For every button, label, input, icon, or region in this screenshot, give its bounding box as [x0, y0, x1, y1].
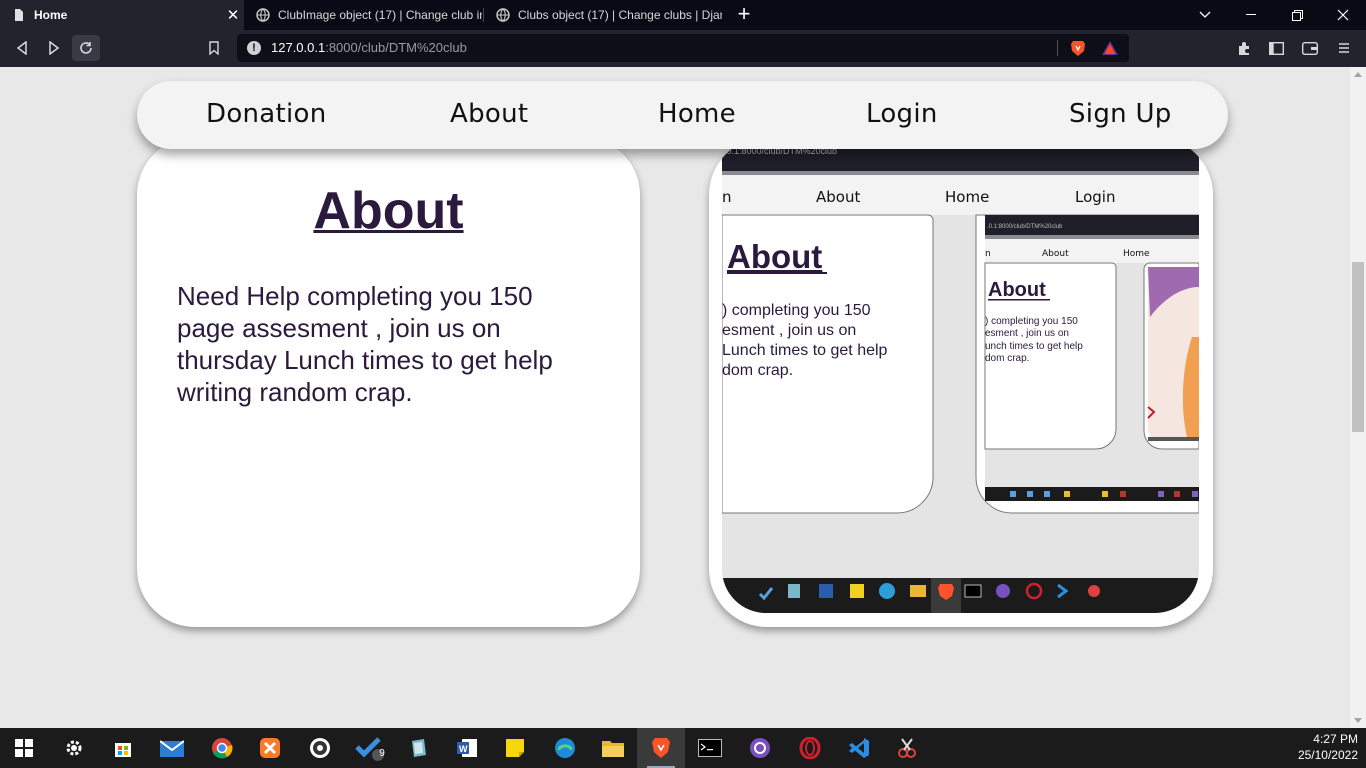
nav-donation[interactable]: Donation	[206, 99, 327, 129]
tab-clubs-admin[interactable]: Clubs object (17) | Change clubs | Djan	[484, 0, 722, 30]
url-text[interactable]: 127.0.0.1:8000/club/DTM%20club	[271, 40, 467, 55]
github-desktop-icon[interactable]	[736, 728, 784, 768]
nav-login[interactable]: Login	[866, 99, 938, 129]
brave-shields-icon[interactable]	[1069, 39, 1087, 57]
page-scrollbar[interactable]	[1350, 67, 1366, 728]
obs-icon[interactable]	[296, 728, 344, 768]
club-screenshot-image: .0.1:8000/club/DTM%20club n About Home L…	[722, 137, 1199, 613]
nested-about-line: esment , join us on	[722, 322, 856, 339]
tab-title: Clubs object (17) | Change clubs | Djan	[518, 8, 722, 22]
about-description: Need Help completing you 150 page assesm…	[177, 281, 553, 407]
globe-icon	[496, 8, 510, 22]
tab-home[interactable]: Home ✕	[0, 0, 244, 30]
nested-about-line: esment , join us on	[985, 328, 1069, 339]
nested-about-line: ) completing you 150	[722, 302, 871, 319]
todo-badge: 9	[379, 748, 385, 759]
tab-title: Home	[34, 8, 68, 22]
file-explorer-icon[interactable]	[589, 728, 637, 768]
scroll-thumb[interactable]	[1352, 262, 1364, 432]
nested-about-heading: About	[988, 279, 1046, 301]
nested-nav-item: Home	[1123, 249, 1150, 259]
nested-about-heading: About	[727, 238, 822, 275]
sticky-notes-icon[interactable]	[491, 728, 539, 768]
tab-title: ClubImage object (17) | Change club im	[278, 8, 482, 22]
about-heading: About	[313, 182, 464, 240]
start-button[interactable]	[0, 728, 48, 768]
nested-nav-item: n	[722, 188, 732, 206]
browser-toolbar: ! 127.0.0.1:8000/club/DTM%20club	[0, 30, 1366, 67]
page-icon	[12, 8, 26, 22]
word-icon[interactable]: W	[443, 728, 491, 768]
clock-date: 25/10/2022	[1297, 748, 1358, 762]
svg-text:W: W	[459, 744, 468, 754]
system-clock[interactable]: 4:27 PM 25/10/2022	[1298, 731, 1358, 763]
menu-icon[interactable]	[1330, 35, 1358, 61]
windows-taskbar: 9 W 4:27 PM 25/10/2022	[0, 728, 1366, 768]
tab-clubimage-admin[interactable]: ClubImage object (17) | Change club im	[244, 0, 482, 30]
terminal-icon[interactable]	[686, 728, 734, 768]
forward-icon[interactable]	[40, 35, 68, 61]
url-divider	[1057, 40, 1058, 56]
settings-gear-icon[interactable]	[50, 728, 98, 768]
bookmark-icon[interactable]	[200, 35, 228, 61]
reload-icon[interactable]	[72, 35, 100, 61]
brave-browser-icon[interactable]	[637, 728, 685, 768]
tab-search-chevron-icon[interactable]	[1182, 0, 1228, 30]
nested-about-line: unch times to get help	[985, 341, 1083, 352]
close-window-button[interactable]	[1320, 0, 1366, 30]
opera-icon[interactable]	[786, 728, 834, 768]
nested-nav-item: Login	[1075, 188, 1115, 206]
extensions-icon[interactable]	[1230, 35, 1258, 61]
close-icon[interactable]: ✕	[222, 6, 244, 24]
back-icon[interactable]	[8, 35, 36, 61]
globe-icon	[256, 8, 270, 22]
nav-about[interactable]: About	[450, 99, 528, 129]
scroll-up-icon[interactable]	[1354, 72, 1362, 77]
nested-about-line: dom crap.	[985, 353, 1029, 364]
chrome-icon[interactable]	[198, 728, 246, 768]
store-icon[interactable]	[99, 728, 147, 768]
new-tab-button[interactable]: +	[733, 3, 755, 26]
nested-about-line: ) completing you 150	[985, 316, 1078, 327]
wallet-icon[interactable]	[1296, 35, 1324, 61]
nested-nav-item: About	[1042, 249, 1069, 259]
edge-icon[interactable]	[541, 728, 589, 768]
nav-sign-up[interactable]: Sign Up	[1069, 99, 1172, 129]
restore-button[interactable]	[1274, 0, 1320, 30]
clock-time: 4:27 PM	[1313, 732, 1358, 746]
brave-rewards-icon[interactable]	[1101, 39, 1119, 57]
sketch-app-icon[interactable]	[395, 728, 443, 768]
scroll-down-icon[interactable]	[1354, 718, 1362, 723]
nav-home[interactable]: Home	[658, 99, 736, 129]
nested-nav-item: n	[985, 249, 991, 259]
snipping-tool-icon[interactable]	[883, 728, 931, 768]
nested-url-text: .0.1:8000/club/DTM%20club	[987, 224, 1063, 230]
club-image-card: .0.1:8000/club/DTM%20club n About Home L…	[709, 137, 1213, 627]
xampp-icon[interactable]	[246, 728, 294, 768]
page-viewport: Donation About Home Login Sign Up About …	[0, 67, 1350, 728]
site-navbar: Donation About Home Login Sign Up	[137, 81, 1228, 149]
vscode-icon[interactable]	[835, 728, 883, 768]
nested-nav-item: Home	[945, 188, 989, 206]
nested-nav-item: About	[816, 188, 860, 206]
nested-about-line: Lunch times to get help	[722, 342, 888, 359]
address-bar[interactable]: ! 127.0.0.1:8000/club/DTM%20club	[237, 34, 1129, 62]
todo-icon[interactable]: 9	[346, 728, 394, 768]
site-info-icon[interactable]: !	[247, 41, 261, 55]
sidebar-icon[interactable]	[1262, 35, 1290, 61]
minimize-button[interactable]	[1228, 0, 1274, 30]
nested-about-line: dom crap.	[722, 362, 793, 379]
about-card: About Need Help completing you 150 page …	[137, 137, 640, 627]
mail-icon[interactable]	[148, 728, 196, 768]
tab-bar: Home ✕ ClubImage object (17) | Change cl…	[0, 0, 1366, 30]
